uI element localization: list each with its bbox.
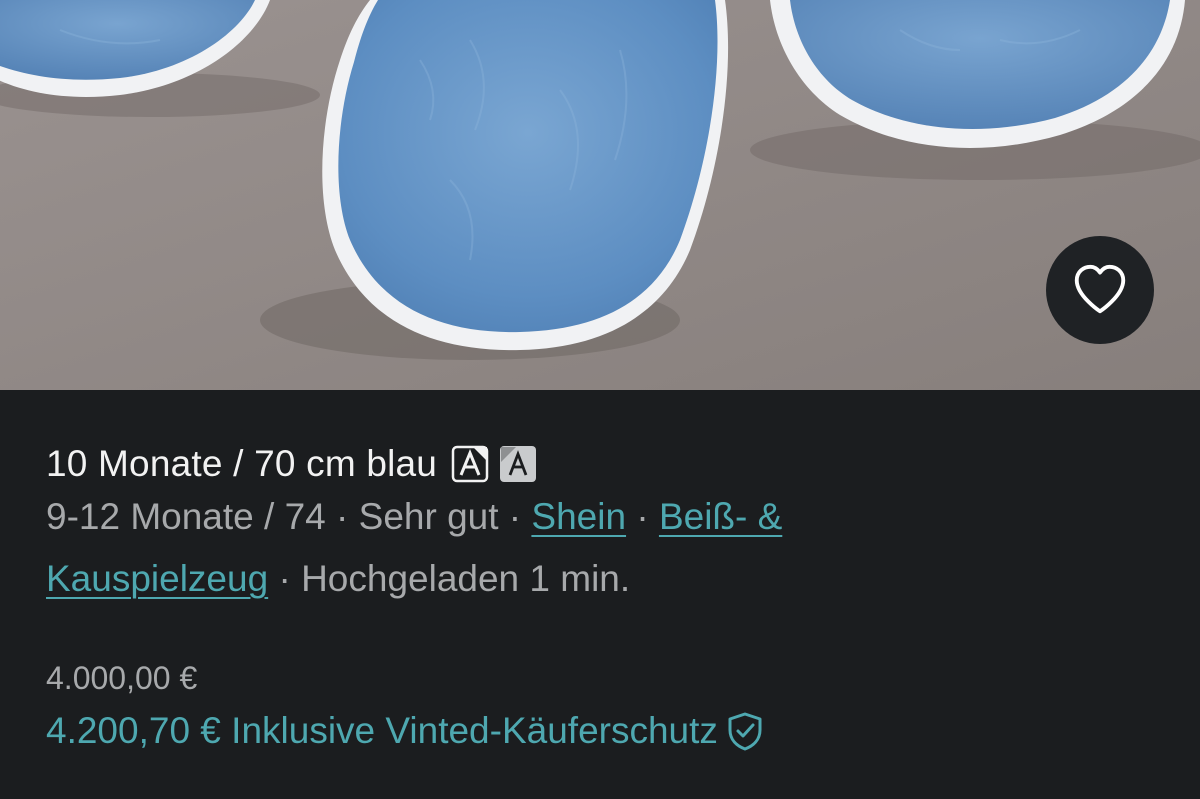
category-link-part2[interactable]: Kauspielzeug	[46, 558, 268, 599]
details-line-2: Kauspielzeug · Hochgeladen 1 min.	[46, 558, 630, 600]
size-text: 9-12 Monate / 74	[46, 496, 326, 537]
favorite-button[interactable]	[1046, 236, 1154, 344]
shield-check-icon	[728, 712, 762, 751]
title-row: 10 Monate / 70 cm blau	[46, 436, 537, 492]
plush-toy-image	[0, 0, 1200, 390]
separator: ·	[336, 496, 349, 537]
upload-time: Hochgeladen 1 min.	[301, 558, 631, 599]
translate-active-icon[interactable]	[499, 445, 537, 483]
total-price-with-protection[interactable]: 4.200,70 € Inklusive Vinted-Käuferschutz	[46, 710, 718, 752]
translate-original-icon[interactable]	[451, 445, 489, 483]
total-price-row[interactable]: 4.200,70 € Inklusive Vinted-Käuferschutz	[46, 710, 764, 752]
separator: ·	[636, 496, 649, 537]
listing-page: 10 Monate / 70 cm blau 9-12 Monate / 74 …	[0, 0, 1200, 799]
product-photo[interactable]	[0, 0, 1200, 390]
brand-link[interactable]: Shein	[531, 496, 626, 537]
listing-info: 10 Monate / 70 cm blau 9-12 Monate / 74 …	[0, 390, 1200, 799]
listing-title: 10 Monate / 70 cm blau	[46, 443, 438, 484]
category-link-part1[interactable]: Beiß- &	[659, 496, 782, 537]
condition-text: Sehr gut	[358, 496, 499, 537]
details-line-1: 9-12 Monate / 74 · Sehr gut · Shein · Be…	[46, 496, 782, 538]
heart-icon	[1074, 264, 1126, 314]
separator: ·	[508, 496, 522, 537]
item-price: 4.000,00 €	[46, 660, 198, 696]
separator: ·	[278, 558, 291, 599]
translation-toggle[interactable]	[451, 445, 537, 483]
